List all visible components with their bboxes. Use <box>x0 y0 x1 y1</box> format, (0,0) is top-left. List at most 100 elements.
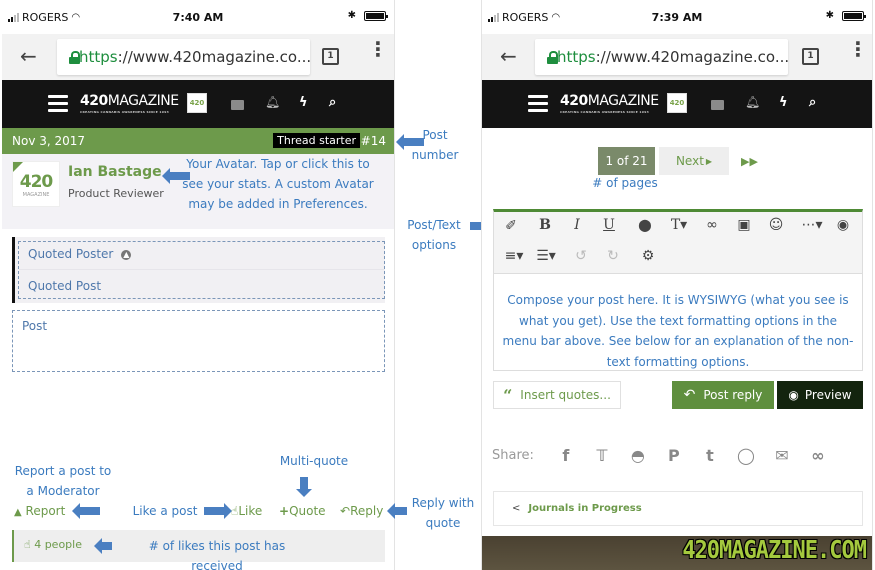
breadcrumb-link[interactable]: < Journals in Progress <box>493 491 863 526</box>
envelope-icon[interactable] <box>711 100 724 110</box>
link-icon[interactable]: ∞ <box>701 217 723 233</box>
pages-annotation: # of pages <box>592 176 658 190</box>
jump-to-quote-icon[interactable]: ▲ <box>121 250 132 260</box>
report-annotation: Report a post to a Moderator <box>14 464 112 498</box>
bluetooth-icon: ✱ <box>825 10 834 21</box>
tab-count-button[interactable]: 1 <box>802 48 819 65</box>
undo-icon[interactable]: ↺ <box>570 248 592 264</box>
post-body: Post <box>12 310 385 372</box>
bell-icon[interactable]: 🔔︎ <box>265 95 280 109</box>
url-field[interactable]: https://www.420magazine.co... <box>57 39 310 75</box>
browser-toolbar: ← https://www.420magazine.co... 1 ⋮ <box>2 34 394 80</box>
search-icon[interactable]: ⌕ <box>809 95 816 110</box>
annotation-arrow-icon <box>296 477 312 497</box>
next-page-button[interactable]: Next ▶ <box>659 147 729 175</box>
url-field[interactable]: https://www.420magazine.co... <box>535 39 788 75</box>
status-bar: ROGERS ◠ 7:39 AM ✱ <box>482 0 872 34</box>
like-annotation: Like a post <box>132 504 198 518</box>
chevron-left-icon: < <box>512 503 521 514</box>
caret-right-icon: ▶ <box>705 156 713 166</box>
share-label: Share: <box>492 448 534 463</box>
envelope-icon[interactable] <box>231 100 244 110</box>
underline-icon[interactable]: U <box>598 217 620 233</box>
link-icon[interactable]: ∞ <box>800 446 836 465</box>
hamburger-menu-icon[interactable] <box>528 95 548 112</box>
reddit-icon[interactable]: ◓ <box>620 446 656 465</box>
user-title: Product Reviewer <box>68 187 164 200</box>
username-link[interactable]: Ian Bastage <box>68 164 162 180</box>
hamburger-menu-icon[interactable] <box>48 95 68 112</box>
user-avatar-thumb[interactable]: 420 <box>667 93 687 113</box>
reply-icon: ↶ <box>683 387 696 403</box>
pinterest-icon[interactable]: P <box>656 446 692 465</box>
likes-annotation: # of likes this post has received <box>148 539 286 570</box>
share-bar: Share: f 𝕋 ◓ P t ◯ ✉ ∞ <box>492 446 836 465</box>
list-icon[interactable]: ☰▾ <box>532 248 560 264</box>
eye-icon: ◉ <box>788 388 799 402</box>
redo-icon[interactable]: ↻ <box>602 248 624 264</box>
eraser-icon[interactable]: ✐ <box>500 218 522 234</box>
likes-count-link[interactable]: ☝︎ 4 people <box>24 538 82 551</box>
italic-icon[interactable]: I <box>566 217 588 233</box>
lightning-icon[interactable]: ϟ <box>299 95 308 110</box>
back-arrow-icon[interactable]: ← <box>20 44 37 68</box>
site-logo[interactable]: 420MAGAZINE CREATING CANNABIS AWARENESS S… <box>560 93 659 114</box>
status-bar: ROGERS ◠ 7:40 AM ✱ <box>2 0 394 34</box>
pagination: 1 of 21 Next ▶ ▶▶ <box>598 147 758 175</box>
whatsapp-icon[interactable]: ◯ <box>728 446 764 465</box>
reply-button[interactable]: ↶Reply <box>340 504 383 518</box>
preview-button[interactable]: ◉ Preview <box>777 381 863 409</box>
align-icon[interactable]: ≡▾ <box>500 248 528 264</box>
quote-button[interactable]: +Quote <box>279 504 326 518</box>
plus-icon: + <box>279 504 290 518</box>
bell-icon[interactable]: 🔔︎ <box>745 95 760 109</box>
page-current: 1 of 21 <box>598 147 655 175</box>
tab-count-button[interactable]: 1 <box>322 48 339 65</box>
left-phone-screen: ROGERS ◠ 7:40 AM ✱ ← https://www.420magaz… <box>2 0 395 570</box>
annotation-arrow-icon <box>204 503 232 519</box>
overflow-menu-icon[interactable]: ⋮ <box>848 39 868 59</box>
image-icon[interactable]: ▣ <box>733 217 755 233</box>
post-number-link[interactable]: #14 <box>361 134 386 148</box>
twitter-icon[interactable]: 𝕋 <box>584 446 620 465</box>
back-arrow-icon[interactable]: ← <box>500 44 517 68</box>
quote-icon: “ <box>503 385 513 405</box>
post-number-annotation: Post number <box>411 128 459 162</box>
avatar[interactable]: 420 MAGAZINE <box>12 161 60 207</box>
site-logo[interactable]: 420MAGAZINE CREATING CANNABIS AWARENESS S… <box>80 93 179 114</box>
bold-icon[interactable]: B <box>534 217 556 233</box>
post-editor: ✐ B I U ⬤ T▾ ∞ ▣ ☺ ⋯▾ ◉ ≡▾ ☰▾ ↺ ↻ ⚙ Comp… <box>493 209 863 371</box>
like-button[interactable]: ☝︎Like <box>231 504 262 518</box>
quoted-post-text: Quoted Post <box>28 279 102 293</box>
smiley-icon[interactable]: ☺ <box>765 217 787 233</box>
right-phone-screen: ROGERS ◠ 7:39 AM ✱ ← https://www.420magaz… <box>481 0 873 570</box>
browser-toolbar: ← https://www.420magazine.co... 1 ⋮ <box>482 34 872 80</box>
settings-icon[interactable]: ⚙ <box>637 248 659 264</box>
quoted-poster-link[interactable]: Quoted Poster ▲ <box>28 247 132 261</box>
user-avatar-thumb[interactable]: 420 <box>187 93 207 113</box>
report-button[interactable]: ▲ Report <box>14 504 65 518</box>
text-size-icon[interactable]: T▾ <box>664 217 694 233</box>
color-icon[interactable]: ⬤ <box>634 218 656 232</box>
more-icon[interactable]: ⋯▾ <box>797 217 827 233</box>
user-info: 420 MAGAZINE Ian Bastage Product Reviewer… <box>2 154 394 229</box>
insert-quotes-button[interactable]: “Insert quotes... <box>493 381 621 409</box>
camera-icon[interactable]: ◉ <box>832 217 854 233</box>
post-text-options-annotation: Post/Text options <box>407 218 461 252</box>
tumblr-icon[interactable]: t <box>692 446 728 465</box>
post-header: Nov 3, 2017 Thread starter #14 <box>2 128 394 154</box>
reply-icon: ↶ <box>340 504 351 518</box>
editor-textarea[interactable]: Compose your post here. It is WYSIWYG (w… <box>502 290 854 372</box>
bluetooth-icon: ✱ <box>347 10 356 21</box>
post-reply-button[interactable]: ↶ Post reply <box>672 381 774 409</box>
annotation-arrow-icon <box>72 503 100 519</box>
lightning-icon[interactable]: ϟ <box>779 95 788 110</box>
email-icon[interactable]: ✉ <box>764 446 800 465</box>
battery-icon <box>842 10 866 21</box>
last-page-icon[interactable]: ▶▶ <box>741 155 758 168</box>
annotation-arrow-icon <box>94 538 112 554</box>
facebook-icon[interactable]: f <box>548 446 584 465</box>
search-icon[interactable]: ⌕ <box>329 95 336 110</box>
overflow-menu-icon[interactable]: ⋮ <box>368 39 388 59</box>
avatar-annotation: Your Avatar. Tap or click this to see yo… <box>182 157 374 211</box>
